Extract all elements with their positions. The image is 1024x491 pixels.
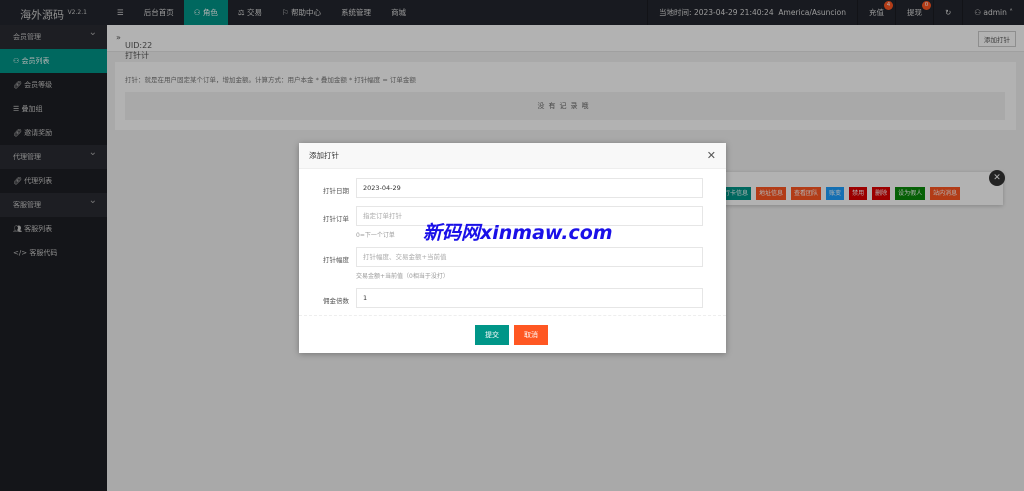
- add-injection-modal: 添加打针 ✕ 打针日期 2023-04-29 打针订单 指定订单打针 0=下一个订…: [299, 143, 726, 353]
- help-text: 0=下一个订单: [356, 232, 395, 239]
- field-label: 打针日期: [323, 187, 349, 195]
- field-label: 打针订单: [323, 215, 349, 223]
- watermark: 新码网xinmaw.com: [423, 222, 613, 244]
- help-text: 交易金额+当前值（0相当于没打）: [356, 273, 449, 280]
- field-label: 佣金倍数: [323, 297, 349, 305]
- modal-header: 添加打针 ✕: [299, 143, 726, 169]
- submit-button[interactable]: 提交: [475, 325, 509, 345]
- amplitude-input[interactable]: 打针幅度、交易金额+当前值: [356, 247, 703, 267]
- field-label: 打针幅度: [323, 256, 349, 264]
- commission-multiplier-input[interactable]: 1: [356, 288, 703, 308]
- date-input[interactable]: 2023-04-29: [356, 178, 703, 198]
- close-icon[interactable]: ✕: [707, 143, 716, 169]
- cancel-button[interactable]: 取消: [514, 325, 548, 345]
- divider: [299, 315, 726, 316]
